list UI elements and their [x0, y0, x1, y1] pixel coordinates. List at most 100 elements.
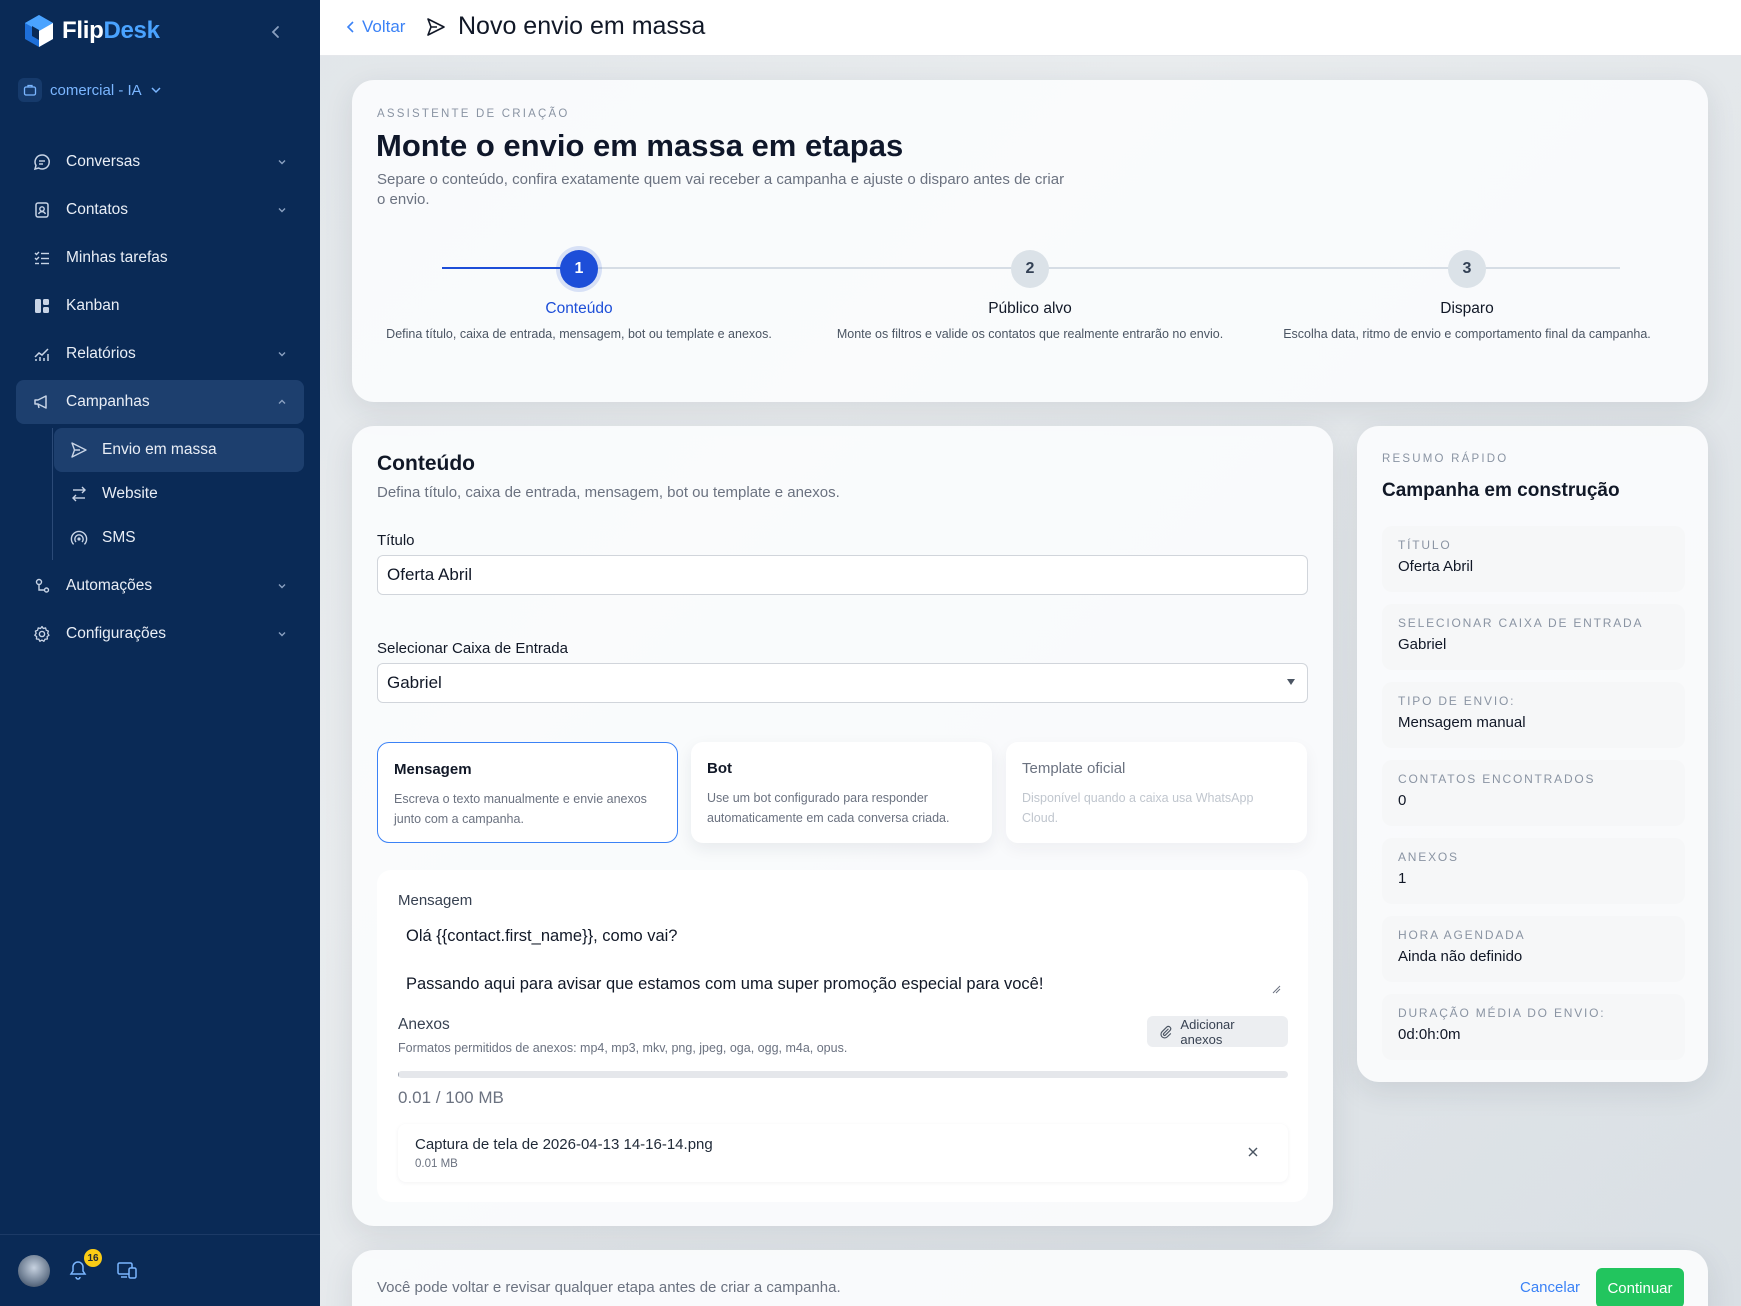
- summary-item: Contatos encontrados 0: [1382, 760, 1685, 826]
- sidebar-item-campanhas[interactable]: Campanhas: [16, 380, 304, 424]
- content-card: Conteúdo Defina título, caixa de entrada…: [352, 426, 1333, 1226]
- option-mensagem[interactable]: Mensagem Escreva o texto manualmente e e…: [377, 742, 678, 843]
- page-title: Novo envio em massa: [426, 12, 705, 41]
- message-line-2: Passando aqui para avisar que estamos co…: [406, 975, 1044, 993]
- reports-icon: [34, 348, 49, 361]
- step-description: Defina título, caixa de entrada, mensage…: [386, 327, 772, 341]
- content-description: Defina título, caixa de entrada, mensage…: [377, 484, 840, 501]
- option-bot[interactable]: Bot Use um bot configurado para responde…: [691, 742, 992, 843]
- chevron-down-icon: [278, 352, 286, 357]
- topbar: Voltar Novo envio em massa: [320, 0, 1741, 56]
- summary-item: Selecionar Caixa de Entrada Gabriel: [1382, 604, 1685, 670]
- sidebar-item-label: Minhas tarefas: [66, 249, 168, 266]
- sidebar-item-kanban[interactable]: Kanban: [16, 284, 304, 328]
- title-input[interactable]: [377, 555, 1308, 595]
- gear-icon: [34, 625, 50, 642]
- collapse-sidebar-icon[interactable]: [268, 20, 284, 44]
- option-title: Mensagem: [394, 761, 472, 778]
- summary-card: RESUMO RÁPIDO Campanha em construção Tít…: [1357, 426, 1708, 1082]
- sidebar-item-label: Campanhas: [66, 393, 150, 410]
- sidebar-item-label: Configurações: [66, 625, 166, 642]
- continue-button[interactable]: Continuar: [1596, 1268, 1684, 1306]
- chevron-up-icon: [278, 399, 286, 404]
- inbox-selected-value: Gabriel: [387, 673, 442, 692]
- wizard-description: Separe o conteúdo, confira exatamente qu…: [377, 171, 1065, 208]
- step-description: Escolha data, ritmo de envio e comportam…: [1283, 327, 1651, 341]
- brand[interactable]: FlipDesk: [24, 14, 160, 48]
- arrows-icon: [72, 486, 86, 502]
- inbox-select[interactable]: Gabriel: [377, 663, 1308, 703]
- sidebar-item-automacoes[interactable]: Automações: [16, 564, 304, 608]
- close-icon[interactable]: [1246, 1145, 1260, 1159]
- chevron-down-icon: [278, 632, 286, 637]
- footer-bar: Você pode voltar e revisar qualquer etap…: [352, 1250, 1708, 1306]
- option-description: Escreva o texto manualmente e envie anex…: [394, 792, 647, 826]
- step-conteudo[interactable]: 1 Conteúdo Defina título, caixa de entra…: [369, 250, 789, 341]
- summary-value: 0d:0h:0m: [1398, 1026, 1461, 1043]
- wizard-eyebrow: ASSISTENTE DE CRIAÇÃO: [377, 108, 570, 120]
- add-attachments-button[interactable]: Adicionar anexos: [1147, 1016, 1288, 1047]
- sidebar: FlipDesk comercial - IA Conversas Contat…: [0, 0, 320, 1306]
- back-link[interactable]: Voltar: [344, 17, 405, 37]
- flipdesk-logo-icon: [25, 15, 53, 47]
- sidebar-item-configuracoes[interactable]: Configurações: [16, 612, 304, 656]
- sidebar-footer: 16: [0, 1234, 320, 1306]
- resize-grip-icon[interactable]: [1271, 984, 1281, 994]
- chat-icon: [33, 154, 50, 171]
- brand-name: FlipDesk: [62, 17, 160, 44]
- message-panel: Mensagem Olá {{contact.first_name}}, com…: [377, 870, 1308, 1202]
- wizard-title: Monte o envio em massa em etapas: [376, 128, 904, 163]
- step-publico-alvo[interactable]: 2 Público alvo Monte os filtros e valide…: [820, 250, 1240, 341]
- sidebar-subitem-label: Envio em massa: [102, 441, 217, 458]
- send-icon: [71, 442, 87, 458]
- chevron-down-icon: [278, 160, 286, 165]
- kanban-icon: [35, 299, 49, 313]
- sidebar-item-minhas-tarefas[interactable]: Minhas tarefas: [16, 236, 304, 280]
- add-attachments-label: Adicionar anexos: [1180, 1016, 1235, 1047]
- screen-icon[interactable]: [116, 1259, 138, 1281]
- summary-key: Tipo de envio:: [1398, 694, 1516, 708]
- user-avatar[interactable]: [18, 1255, 50, 1287]
- sidebar-item-label: Relatórios: [66, 345, 136, 362]
- sidebar-item-label: Conversas: [66, 153, 141, 170]
- storage-usage-bar: [398, 1071, 1288, 1078]
- summary-title: Campanha em construção: [1382, 480, 1620, 501]
- sidebar-item-label: Automações: [66, 577, 153, 594]
- wizard-stepper: 1 Conteúdo Defina título, caixa de entra…: [352, 250, 1708, 350]
- sidebar-subitem-website[interactable]: Website: [54, 472, 304, 516]
- summary-value: Ainda não definido: [1398, 948, 1523, 965]
- summary-item: Tipo de envio: Mensagem manual: [1382, 682, 1685, 748]
- summary-key: Selecionar Caixa de Entrada: [1398, 616, 1644, 630]
- workspace-switcher[interactable]: comercial - IA: [18, 78, 162, 102]
- step-disparo[interactable]: 3 Disparo Escolha data, ritmo de envio e…: [1257, 250, 1677, 341]
- option-title: Bot: [707, 760, 732, 777]
- summary-item: Hora agendada Ainda não definido: [1382, 916, 1685, 982]
- chevron-down-icon: [278, 584, 286, 589]
- footer-hint: Você pode voltar e revisar qualquer etap…: [377, 1279, 841, 1296]
- paperclip-icon: [1160, 1025, 1172, 1039]
- step-label: Disparo: [1440, 300, 1494, 317]
- content-title: Conteúdo: [377, 452, 475, 475]
- attachment-file-size: 0.01 MB: [415, 1158, 458, 1170]
- notifications-badge: 16: [84, 1249, 102, 1267]
- step-label: Conteúdo: [545, 300, 613, 317]
- inbox-label: Selecionar Caixa de Entrada: [377, 640, 568, 657]
- chevron-down-icon: [278, 208, 286, 213]
- step-number: 3: [1448, 250, 1486, 288]
- sidebar-item-relatorios[interactable]: Relatórios: [16, 332, 304, 376]
- message-textarea[interactable]: Olá {{contact.first_name}}, como vai? Pa…: [398, 916, 1287, 998]
- option-template-oficial: Template oficial Disponível quando a cai…: [1006, 742, 1307, 843]
- cancel-button[interactable]: Cancelar: [1520, 1279, 1580, 1296]
- sidebar-subitem-envio-em-massa[interactable]: Envio em massa: [54, 428, 304, 472]
- sidebar-item-contatos[interactable]: Contatos: [16, 188, 304, 232]
- wizard-card: ASSISTENTE DE CRIAÇÃO Monte o envio em m…: [352, 80, 1708, 402]
- sidebar-item-label: Kanban: [66, 297, 120, 314]
- megaphone-icon: [34, 395, 47, 409]
- sidebar-item-conversas[interactable]: Conversas: [16, 140, 304, 184]
- campanhas-submenu: Envio em massa Website SMS: [52, 428, 304, 560]
- sidebar-subitem-sms[interactable]: SMS: [54, 516, 304, 560]
- step-description: Monte os filtros e valide os contatos qu…: [836, 327, 1224, 341]
- summary-value: Gabriel: [1398, 636, 1447, 653]
- attachment-file-name: Captura de tela de 2026-04-13 14-16-14.p…: [415, 1136, 713, 1153]
- sidebar-subitem-label: SMS: [102, 529, 136, 546]
